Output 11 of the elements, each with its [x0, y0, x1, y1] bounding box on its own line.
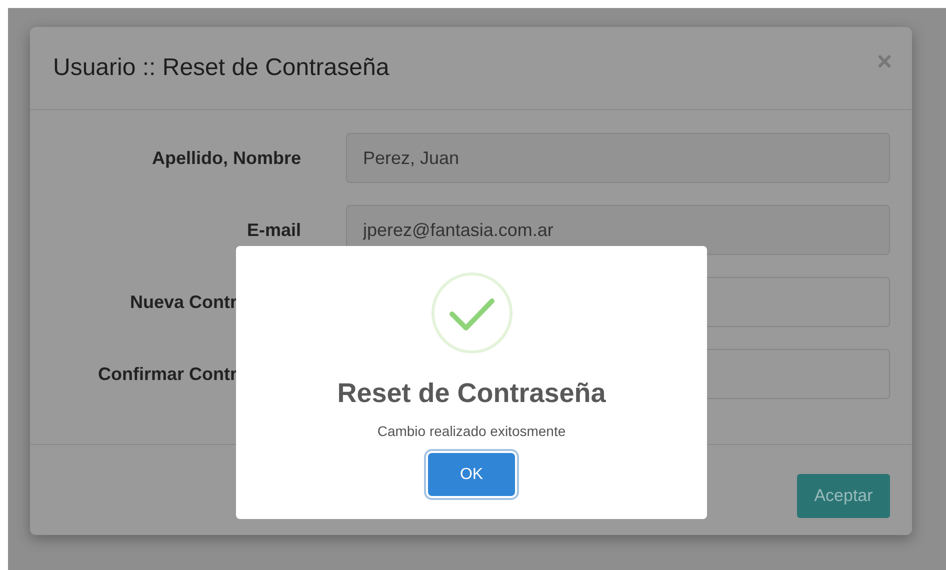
field-label: E-mail [246, 220, 301, 240]
alert-title: Reset de Contraseña [337, 378, 606, 409]
accept-button[interactable]: Aceptar [797, 474, 890, 518]
success-check-icon [430, 272, 512, 354]
field-label: Nueva Contr [130, 292, 237, 312]
field-label: Apellido, Nombre [152, 148, 301, 168]
dialog-title: Usuario :: Reset de Contraseña [53, 54, 390, 82]
input-field[interactable]: Perez, Juan [346, 133, 890, 183]
ok-button[interactable]: OK [428, 453, 515, 496]
field-label: Confirmar Contr [98, 364, 237, 384]
alert-message: Cambio realizado exitosmente [377, 423, 566, 439]
